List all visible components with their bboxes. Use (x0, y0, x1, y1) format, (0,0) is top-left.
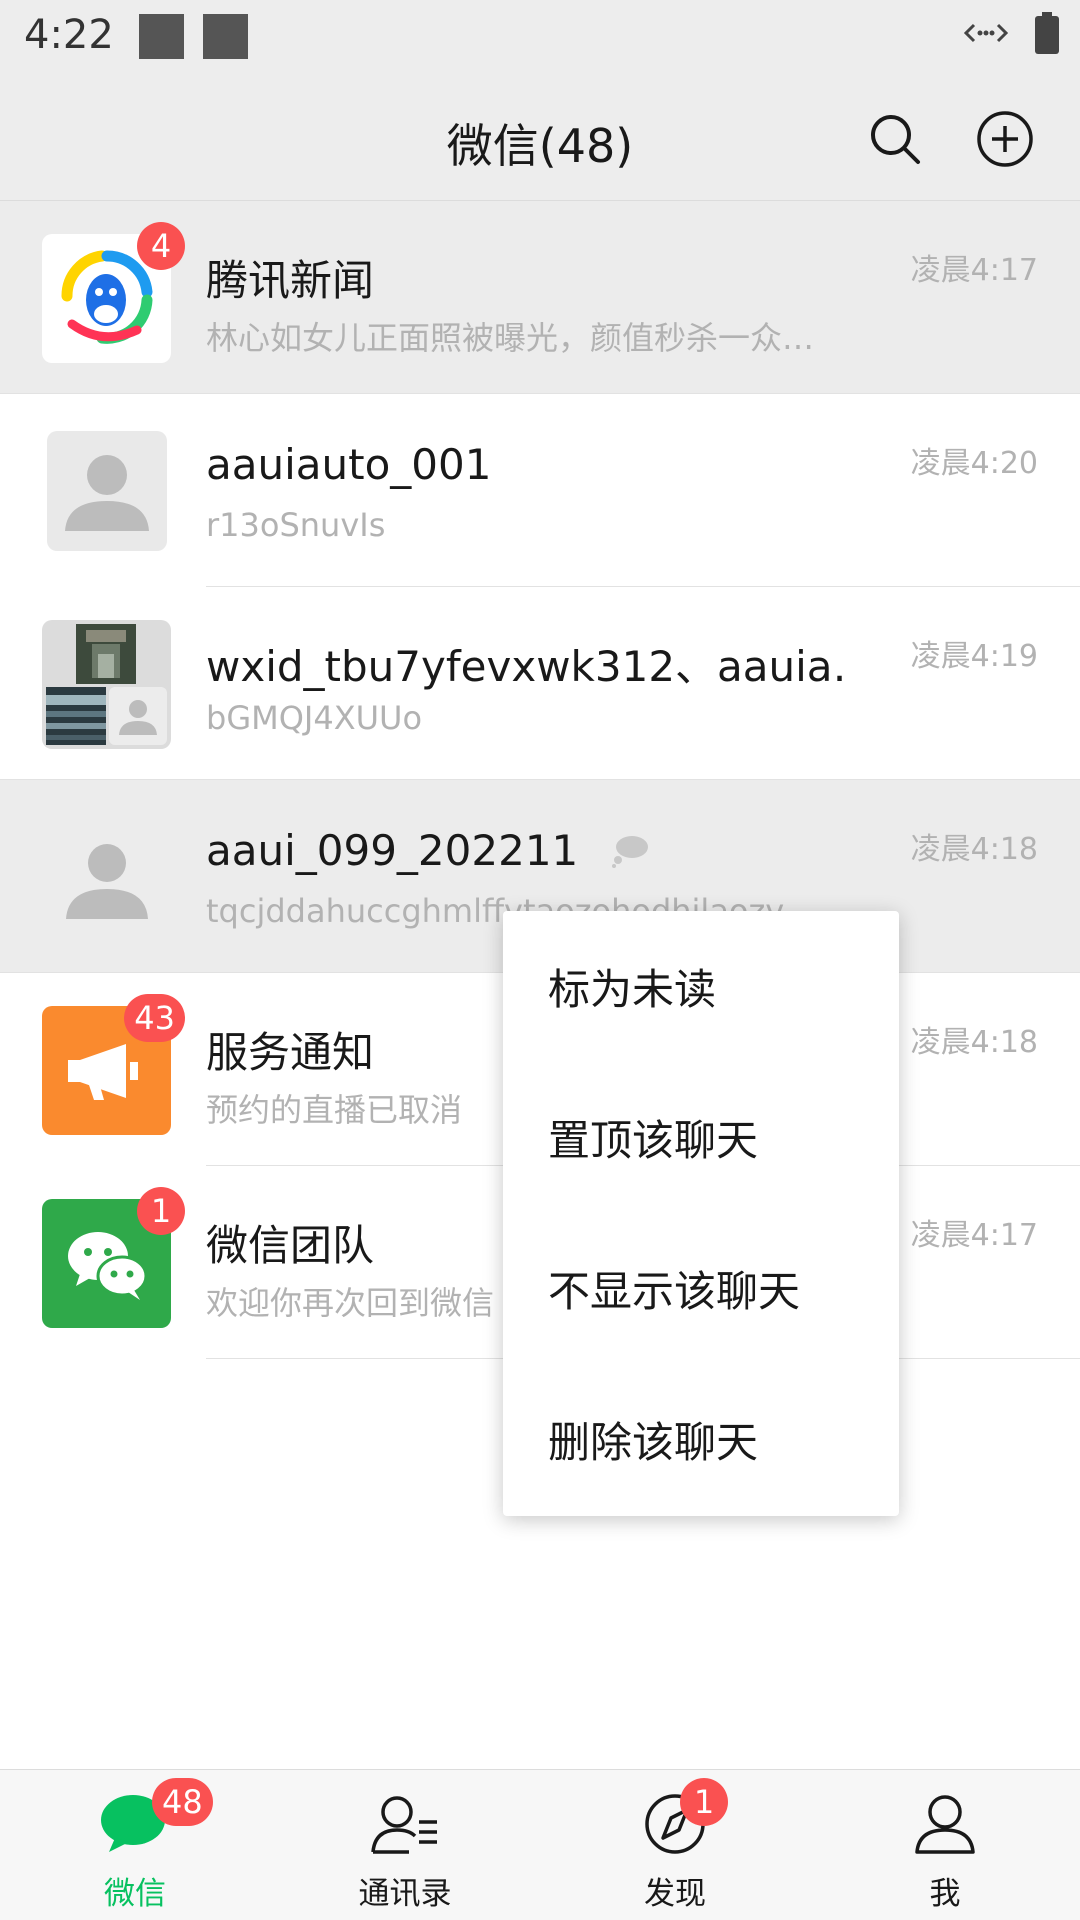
context-menu: 标为未读 置顶该聊天 不显示该聊天 删除该聊天 (503, 911, 899, 1516)
hide-chat-item[interactable]: 不显示该聊天 (503, 1213, 899, 1364)
chat-row[interactable]: 4 腾讯新闻 林心如女儿正面照被曝光，颜值秒杀一众… 凌晨4:17 (0, 201, 1080, 394)
delete-chat-item[interactable]: 删除该聊天 (503, 1364, 899, 1515)
chat-row[interactable]: wxid_tbu7yfevxwk312、aauia… bGMQJ4XUUo 凌晨… (0, 587, 1080, 780)
unread-badge: 4 (137, 222, 185, 270)
chat-time: 凌晨4:20 (910, 446, 1038, 481)
search-button[interactable] (866, 110, 924, 168)
chat-time: 凌晨4:17 (910, 1218, 1038, 1253)
tab-me[interactable]: 我 (845, 1770, 1045, 1920)
notification-icon (139, 14, 184, 59)
default-avatar-icon (42, 813, 171, 942)
tab-discover[interactable]: 1 发现 (575, 1770, 775, 1920)
avatar: 4 (42, 222, 185, 363)
data-transfer-icon (963, 19, 1009, 51)
person-icon (909, 1792, 981, 1856)
chat-name: 服务通知 (206, 1028, 375, 1077)
chat-name: aaui_099_202211 (206, 826, 650, 878)
chat-time: 凌晨4:17 (910, 253, 1038, 288)
search-icon (871, 115, 920, 164)
chat-time: 凌晨4:18 (910, 832, 1038, 867)
member-photo (76, 624, 136, 684)
chat-name: 微信团队 (206, 1221, 375, 1270)
mark-unread-item[interactable]: 标为未读 (503, 911, 899, 1062)
tab-label: 微信 (104, 1876, 166, 1912)
chat-preview: bGMQJ4XUUo (206, 699, 423, 737)
status-bar: 4:22 (0, 0, 1080, 76)
tab-badge: 48 (152, 1778, 213, 1826)
avatar: 1 (42, 1187, 185, 1328)
chat-time: 凌晨4:18 (910, 1025, 1038, 1060)
chat-name: 腾讯新闻 (206, 256, 375, 305)
default-avatar-icon (47, 431, 167, 551)
contacts-icon (369, 1792, 441, 1856)
chat-preview: 林心如女儿正面照被曝光，颜值秒杀一众… (206, 319, 815, 357)
chat-row[interactable]: aauiauto_001 r13oSnuvIs 凌晨4:20 (0, 394, 1080, 587)
member-photo (46, 687, 106, 745)
unread-badge: 43 (124, 994, 185, 1042)
tab-label: 我 (929, 1876, 961, 1912)
chat-name: wxid_tbu7yfevxwk312、aauia… (206, 642, 846, 691)
bottom-tab-bar: 48 微信 通讯录 1 发现 我 (0, 1769, 1080, 1920)
tab-badge: 1 (680, 1778, 728, 1826)
notification-icon (203, 14, 248, 59)
chat-preview: 预约的直播已取消 (206, 1091, 463, 1129)
add-button[interactable] (976, 110, 1034, 168)
chat-time: 凌晨4:19 (910, 639, 1038, 674)
tab-label: 发现 (644, 1876, 706, 1912)
mute-icon (610, 829, 650, 878)
group-avatar (42, 620, 171, 749)
avatar (42, 813, 171, 942)
chat-preview: r13oSnuvIs (206, 506, 386, 544)
chat-name-text: aaui_099_202211 (206, 826, 579, 875)
plus-circle-icon (977, 111, 1033, 167)
top-header: 微信(48) (0, 76, 1080, 201)
default-avatar-icon (109, 687, 167, 745)
group-avatar-grid (42, 620, 171, 749)
tab-label: 通讯录 (358, 1876, 452, 1912)
chat-preview: 欢迎你再次回到微信 (206, 1284, 495, 1322)
chat-name: aauiauto_001 (206, 440, 492, 489)
unread-badge: 1 (137, 1187, 185, 1235)
tab-contacts[interactable]: 通讯录 (305, 1770, 505, 1920)
status-time: 4:22 (24, 12, 114, 58)
avatar: 43 (42, 994, 185, 1135)
battery-icon (1034, 12, 1060, 58)
avatar (47, 431, 167, 551)
tab-chats[interactable]: 48 微信 (35, 1770, 235, 1920)
pin-chat-item[interactable]: 置顶该聊天 (503, 1062, 899, 1213)
